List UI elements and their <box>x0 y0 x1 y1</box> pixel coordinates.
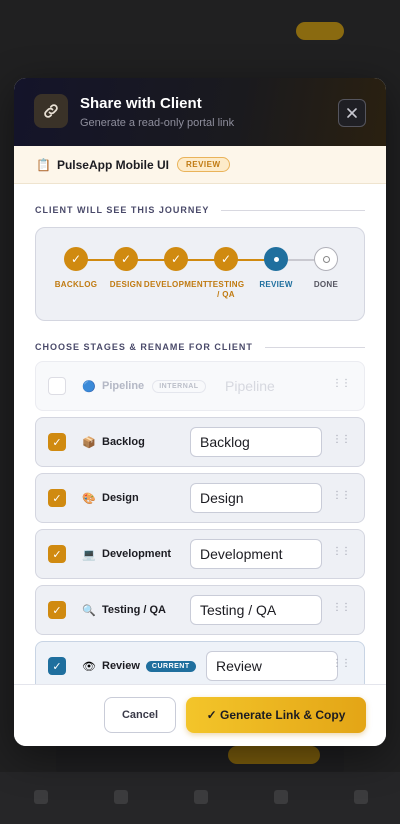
journey-step-testing: ✓ TESTING / QA <box>206 247 246 300</box>
backdrop-nav-icon <box>194 790 208 804</box>
section-divider <box>264 346 365 348</box>
stage-rename-input[interactable] <box>190 595 322 625</box>
stage-name: Backlog <box>102 436 145 448</box>
stages-section-label: CHOOSE STAGES & RENAME FOR CLIENT <box>35 342 253 352</box>
modal-header: Share with Client Generate a read-only p… <box>14 78 386 146</box>
journey-section-title: CLIENT WILL SEE THIS JOURNEY <box>35 204 365 216</box>
stage-rename-input[interactable] <box>190 427 322 457</box>
backdrop-nav-icon <box>114 790 128 804</box>
stage-row-testing: ✓ 🔍 Testing / QA ⋮⋮ <box>35 585 365 635</box>
stage-name: Pipeline <box>102 380 145 392</box>
journey-step-development: ✓ DEVELOPMENT <box>141 247 211 290</box>
journey-section-label: CLIENT WILL SEE THIS JOURNEY <box>35 205 210 215</box>
journey-step-label: DEVELOPMENT <box>143 280 209 289</box>
current-badge: CURRENT <box>145 660 196 672</box>
modal-title: Share with Client <box>80 95 202 112</box>
stage-name: Testing / QA <box>102 604 166 616</box>
check-icon: ✓ <box>164 247 188 271</box>
stage-checkbox[interactable]: ✓ <box>48 489 66 507</box>
laptop-icon: 💻 <box>82 548 96 561</box>
stage-checkbox[interactable]: ✓ <box>48 657 66 675</box>
generate-link-button[interactable]: ✓ Generate Link & Copy <box>186 697 366 733</box>
stage-checkbox[interactable] <box>48 377 66 395</box>
stage-rename-input[interactable] <box>190 483 322 513</box>
drag-handle-icon[interactable]: ⋮⋮ <box>332 491 351 501</box>
journey-step-label: DONE <box>313 280 339 289</box>
internal-badge: INTERNAL <box>152 379 206 393</box>
stage-name: Design <box>102 492 139 504</box>
stage-row-pipeline: 🔵 Pipeline INTERNAL ⋮⋮ <box>35 361 365 411</box>
header-text: Share with Client Generate a read-only p… <box>80 94 234 130</box>
share-modal: Share with Client Generate a read-only p… <box>14 78 386 746</box>
circle-icon: 🔵 <box>82 380 96 393</box>
journey-step-label: TESTING / QA <box>207 280 245 299</box>
stage-checkbox[interactable]: ✓ <box>48 433 66 451</box>
stage-checkbox[interactable]: ✓ <box>48 601 66 619</box>
close-icon <box>347 108 357 118</box>
stage-name: Review <box>102 660 140 672</box>
backdrop-nav-icon <box>274 790 288 804</box>
clipboard-icon: 📋 <box>36 157 51 172</box>
close-button[interactable] <box>338 99 366 127</box>
check-icon: ✓ <box>64 247 88 271</box>
backdrop-button <box>228 746 320 764</box>
project-bar: 📋 PulseApp Mobile UI REVIEW <box>14 146 386 184</box>
stage-rename-input[interactable] <box>190 539 322 569</box>
project-status-badge: REVIEW <box>176 157 230 172</box>
magnifier-icon: 🔍 <box>82 604 96 617</box>
project-name: PulseApp Mobile UI <box>56 157 169 172</box>
stage-row-backlog: ✓ 📦 Backlog ⋮⋮ <box>35 417 365 467</box>
stage-row-design: ✓ 🎨 Design ⋮⋮ <box>35 473 365 523</box>
stage-name: Development <box>102 548 172 560</box>
drag-handle-icon[interactable]: ⋮⋮ <box>332 659 351 669</box>
modal-footer: Cancel ✓ Generate Link & Copy <box>14 684 386 746</box>
modal-body: CLIENT WILL SEE THIS JOURNEY ✓ BACKLOG ✓… <box>14 184 386 684</box>
backdrop-bottom-nav <box>0 772 400 824</box>
backdrop-pill <box>296 22 344 40</box>
backdrop-nav-icon <box>34 790 48 804</box>
backdrop-nav-icon <box>354 790 368 804</box>
stage-rename-input[interactable] <box>206 651 338 681</box>
stage-row-review: ✓ 👁 Review CURRENT ⋮⋮ <box>35 641 365 684</box>
stage-rename-input[interactable] <box>216 371 326 401</box>
modal-subtitle: Generate a read-only portal link <box>80 117 235 129</box>
section-divider <box>221 209 365 211</box>
drag-handle-icon[interactable]: ⋮⋮ <box>332 379 351 389</box>
stages-section-title: CHOOSE STAGES & RENAME FOR CLIENT <box>35 341 365 353</box>
drag-handle-icon[interactable]: ⋮⋮ <box>332 547 351 557</box>
drag-handle-icon[interactable]: ⋮⋮ <box>332 603 351 613</box>
drag-handle-icon[interactable]: ⋮⋮ <box>332 435 351 445</box>
eye-icon: 👁 <box>82 660 96 673</box>
palette-icon: 🎨 <box>82 492 96 505</box>
stage-checkbox[interactable]: ✓ <box>48 545 66 563</box>
link-icon <box>34 94 68 128</box>
current-step-icon <box>264 247 288 271</box>
check-icon: ✓ <box>114 247 138 271</box>
stage-row-development: ✓ 💻 Development ⋮⋮ <box>35 529 365 579</box>
check-icon: ✓ <box>214 247 238 271</box>
journey-step-done: DONE <box>291 247 361 290</box>
pending-step-icon <box>314 247 338 271</box>
cancel-button[interactable]: Cancel <box>104 697 176 733</box>
package-icon: 📦 <box>82 436 96 449</box>
journey-stepper: ✓ BACKLOG ✓ DESIGN ✓ DEVELOPMENT ✓ TESTI… <box>35 227 365 321</box>
